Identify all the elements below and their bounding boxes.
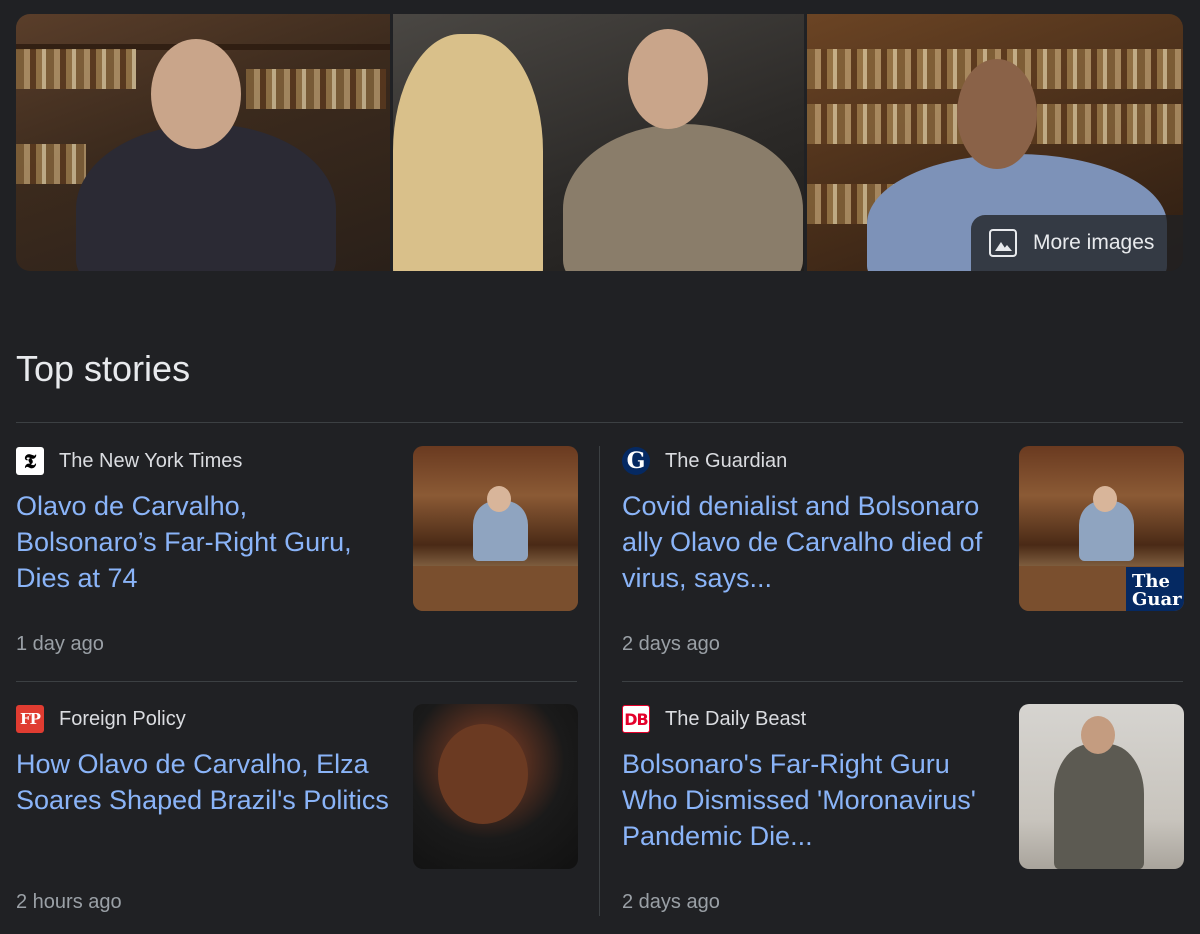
story-card[interactable]: DB The Daily Beast Bolsonaro's Far-Right… [622, 704, 1184, 934]
section-divider [16, 422, 1183, 423]
image-tile-1[interactable] [16, 14, 390, 271]
image-icon [989, 229, 1017, 257]
story-card[interactable]: FP Foreign Policy How Olavo de Carvalho,… [16, 704, 578, 934]
more-images-label: More images [1033, 231, 1155, 254]
story-thumbnail[interactable] [1019, 704, 1184, 869]
story-headline[interactable]: Olavo de Carvalho, Bolsonaro’s Far-Right… [16, 488, 391, 596]
story-card[interactable]: G The Guardian Covid denialist and Bolso… [622, 446, 1184, 676]
image-tile-3[interactable]: More images [807, 14, 1183, 271]
story-headline[interactable]: Bolsonaro's Far-Right Guru Who Dismissed… [622, 746, 997, 854]
story-thumbnail[interactable] [413, 446, 578, 611]
story-source: FP Foreign Policy [16, 704, 186, 734]
story-source: G The Guardian [622, 446, 787, 476]
section-title: Top stories [16, 348, 191, 389]
story-thumbnail[interactable] [413, 704, 578, 869]
story-card[interactable]: 𝕿 The New York Times Olavo de Carvalho, … [16, 446, 578, 676]
nyt-logo-icon: 𝕿 [16, 447, 44, 475]
column-divider [599, 446, 600, 916]
story-timestamp: 2 hours ago [16, 891, 122, 913]
story-source: DB The Daily Beast [622, 704, 806, 734]
image-tile-2[interactable] [393, 14, 804, 271]
story-headline[interactable]: Covid denialist and Bolsonaro ally Olavo… [622, 488, 997, 596]
source-name: Foreign Policy [59, 707, 186, 730]
fp-logo-icon: FP [16, 705, 44, 733]
more-images-button[interactable]: More images [971, 215, 1183, 271]
daily-beast-logo-icon: DB [622, 705, 650, 733]
row-divider [16, 681, 577, 682]
guardian-logo-icon: G [622, 447, 650, 475]
story-headline[interactable]: How Olavo de Carvalho, Elza Soares Shape… [16, 746, 391, 818]
image-strip: More images [16, 14, 1183, 271]
story-thumbnail[interactable]: The Guar [1019, 446, 1184, 611]
source-name: The Daily Beast [665, 707, 807, 730]
guardian-badge: The Guar [1126, 567, 1184, 611]
story-timestamp: 1 day ago [16, 633, 104, 655]
source-name: The New York Times [59, 449, 243, 472]
story-timestamp: 2 days ago [622, 633, 720, 655]
source-name: The Guardian [665, 449, 788, 472]
story-timestamp: 2 days ago [622, 891, 720, 913]
story-source: 𝕿 The New York Times [16, 446, 242, 476]
row-divider [622, 681, 1183, 682]
